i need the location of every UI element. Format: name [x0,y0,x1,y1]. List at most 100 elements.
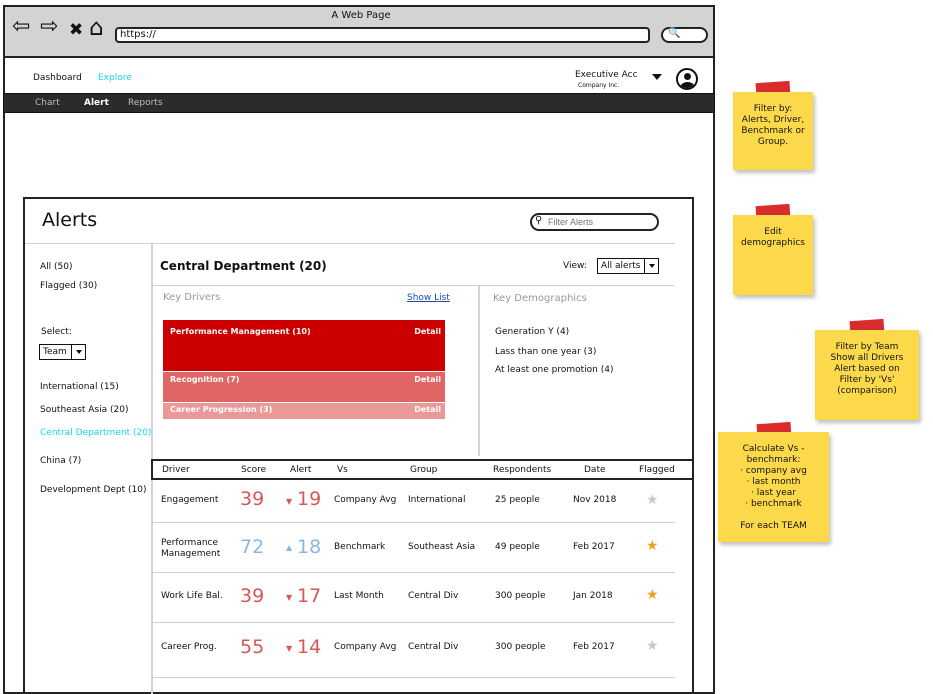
search-icon: 🔍 [668,28,681,39]
group-item[interactable]: International (15) [40,382,119,392]
key-driver-bar[interactable]: Recognition (7) Detail [163,372,445,402]
page-title: Alerts [42,209,98,231]
row-divider [153,622,675,623]
back-icon[interactable]: ⇦ [12,16,30,38]
view-select-button[interactable] [644,258,659,274]
alert-cell: 18 [297,536,322,558]
respondents-cell: 49 people [495,542,540,552]
column-header-respondents[interactable]: Respondents [493,465,551,475]
user-company: Company Inc. [578,82,620,89]
sticky-note: Filter by Team Show all Drivers Alert ba… [815,330,919,420]
column-header-driver[interactable]: Driver [162,465,190,475]
chevron-down-icon[interactable] [652,74,662,80]
team-select-button[interactable] [71,344,86,360]
date-cell: Nov 2018 [573,495,617,505]
score-cell: 39 [240,585,265,607]
driver-cell[interactable]: Performance Management [161,538,220,560]
sub-navigation: Chart Alert Reports [3,93,715,113]
nav-dashboard[interactable]: Dashboard [33,73,82,83]
driver-cell[interactable]: Engagement [161,495,218,505]
demographic-item[interactable]: At least one promotion (4) [495,365,613,375]
vs-cell: Benchmark [334,542,386,552]
demographic-item[interactable]: Lass than one year (3) [495,347,596,357]
driver-cell[interactable]: Work Life Bal. [161,591,223,601]
key-driver-bar[interactable]: Career Progression (3) Detail [163,403,445,419]
tab-chart[interactable]: Chart [35,98,60,108]
key-driver-bar[interactable]: Performance Management (10) Detail [163,320,445,371]
key-demographics-label: Key Demographics [493,293,587,304]
view-label: View: [563,261,587,271]
note-text: Edit demographics [740,227,805,248]
driver-cell-line: Performance [161,538,219,548]
respondents-cell: 25 people [495,495,540,505]
score-cell: 55 [240,636,265,658]
key-driver-label: Recognition (7) [170,375,240,384]
star-icon[interactable]: ★ [646,492,659,508]
star-icon[interactable]: ★ [646,587,659,603]
browser-search[interactable]: 🔍 [661,27,708,43]
row-divider [153,677,675,678]
column-header-date[interactable]: Date [584,465,606,475]
driver-cell[interactable]: Career Prog. [161,642,217,652]
score-cell: 39 [240,488,265,510]
group-item[interactable]: Development Dept (10) [40,485,147,495]
alert-cell: 14 [297,636,322,658]
filter-alerts-input[interactable] [530,213,659,231]
user-name[interactable]: Executive Acc [575,70,638,80]
detail-button[interactable]: Detail [414,405,441,414]
divider [478,286,480,456]
arrow-down-icon: ▼ [286,497,293,506]
arrow-up-icon: ▲ [286,543,293,552]
column-header-score[interactable]: Score [241,465,266,475]
sticky-note: Filter by: Alerts, Driver, Benchmark or … [733,92,813,170]
detail-button[interactable]: Detail [414,327,441,336]
detail-button[interactable]: Detail [414,375,441,384]
group-item-active[interactable]: Central Department (20) [40,428,151,438]
group-cell: Central Div [408,642,459,652]
close-icon[interactable]: ✖ [69,19,83,41]
date-cell: Feb 2017 [573,642,615,652]
window-title: A Web Page [331,10,391,21]
column-header-flagged[interactable]: Flagged [639,465,675,475]
key-driver-label: Career Progression (3) [170,405,273,414]
avatar[interactable] [676,68,698,90]
tab-alert[interactable]: Alert [84,98,109,108]
forward-icon[interactable]: ⇨ [40,16,58,38]
arrow-down-icon: ▼ [286,644,293,653]
group-cell: International [408,495,466,505]
nav-explore[interactable]: Explore [98,73,132,83]
note-text: Filter by Team Show all Drivers Alert ba… [830,342,904,396]
alert-cell: 17 [297,585,322,607]
key-drivers-label: Key Drivers [163,292,221,303]
sticky-note: Calculate Vs - benchmark: · company avg … [718,432,829,542]
home-icon[interactable]: ⌂ [89,17,104,40]
column-header-group[interactable]: Group [410,465,437,475]
divider [25,243,675,244]
column-header-vs[interactable]: Vs [337,465,348,475]
divider [152,285,674,286]
score-cell: 72 [240,536,265,558]
sticky-note: Edit demographics [733,215,813,295]
alerts-panel [23,197,694,694]
star-icon[interactable]: ★ [646,538,659,554]
arrow-down-icon: ▼ [286,593,293,602]
chevron-down-icon [649,264,655,268]
search-icon: ⚲ [535,215,543,226]
star-icon[interactable]: ★ [646,638,659,654]
department-title: Central Department (20) [160,259,327,273]
alert-cell: 19 [297,488,322,510]
column-header-alert[interactable]: Alert [290,465,311,475]
tab-reports[interactable]: Reports [128,98,163,108]
vs-cell: Company Avg [334,642,397,652]
filter-all[interactable]: All (50) [40,262,73,272]
filter-flagged[interactable]: Flagged (30) [40,281,97,291]
group-item[interactable]: China (7) [40,456,81,466]
group-item[interactable]: Southeast Asia (20) [40,405,128,415]
url-bar[interactable]: https:// [115,27,650,43]
date-cell: Jan 2018 [573,591,613,601]
app-header: Dashboard Explore Executive Acc Company … [5,60,713,94]
demographic-item[interactable]: Generation Y (4) [495,327,569,337]
note-text: Calculate Vs - benchmark: · company avg … [740,444,807,531]
row-divider [153,572,675,573]
show-list-link[interactable]: Show List [407,293,450,303]
